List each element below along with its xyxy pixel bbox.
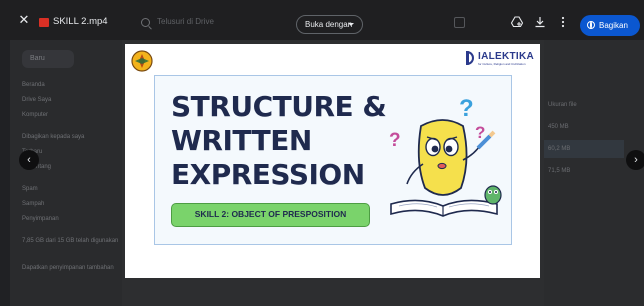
sidebar-item: Beranda <box>22 82 45 88</box>
brand-name: IALEKTIKA <box>478 51 535 62</box>
more-vert-icon[interactable] <box>557 16 569 28</box>
emblem-logo <box>131 50 153 72</box>
sidebar-item: Drive Saya <box>22 97 52 103</box>
close-icon[interactable]: ✕ <box>18 13 30 26</box>
video-file-icon <box>39 18 49 27</box>
sidebar-item: Sampah <box>22 201 45 207</box>
file-size-cell: 71,5 MB <box>548 168 571 174</box>
share-label: Bagikan <box>599 21 628 30</box>
svg-text:?: ? <box>389 130 401 151</box>
skill-subtitle-pill: SKILL 2: OBJECT OF PRESPOSITION <box>171 203 370 227</box>
file-size-cell: 60,2 MB <box>548 146 571 152</box>
download-icon[interactable] <box>534 16 546 28</box>
title-line: WRITTEN <box>171 124 312 157</box>
settings-icon <box>454 17 465 28</box>
sidebar-item: Spam <box>22 186 38 192</box>
chevron-left-icon[interactable]: ‹ <box>19 150 39 170</box>
mascot-illustration: ? ? ? <box>389 95 502 217</box>
chevron-right-icon[interactable]: › <box>626 150 644 170</box>
dialektika-logo: IALEKTIKA for Culture, Religion and Civi… <box>466 50 534 70</box>
share-button[interactable]: Bagikan <box>580 15 640 36</box>
storage-usage-text: 7,85 GB dari 15 GB telah digunakan <box>22 238 119 244</box>
search-icon <box>141 18 150 27</box>
open-with-label: Buka dengan <box>305 20 353 29</box>
svg-text:?: ? <box>475 123 485 142</box>
new-button: Baru <box>22 50 74 68</box>
open-with-button[interactable]: Buka dengan <box>296 15 363 34</box>
caret-down-icon <box>348 23 354 26</box>
brand-tagline: for Culture, Religion and Civilization <box>478 62 526 66</box>
globe-icon <box>587 21 595 29</box>
file-title: SKILL 2.mp4 <box>53 16 108 27</box>
slide-card: STRUCTURE & WRITTEN EXPRESSION SKILL 2: … <box>154 75 512 245</box>
video-frame[interactable]: IALEKTIKA for Culture, Religion and Civi… <box>125 44 540 278</box>
file-size-cell: 450 MB <box>548 124 569 130</box>
get-storage-link: Dapatkan penyimpanan tambahan <box>22 265 114 271</box>
sidebar-item: Penyimpanan <box>22 216 59 222</box>
title-line: STRUCTURE & <box>171 90 387 123</box>
slide-title: STRUCTURE & WRITTEN EXPRESSION <box>171 90 387 192</box>
sidebar-item: Komputer <box>22 112 49 118</box>
column-header: Ukuran file <box>548 102 577 108</box>
svg-text:?: ? <box>459 95 474 122</box>
search-input: Telusuri di Drive <box>157 17 214 26</box>
sidebar-item: Dibagikan kepada saya <box>22 134 85 140</box>
title-line: EXPRESSION <box>171 158 365 191</box>
add-to-drive-icon[interactable] <box>511 16 523 28</box>
brand-d-mark <box>466 51 474 65</box>
